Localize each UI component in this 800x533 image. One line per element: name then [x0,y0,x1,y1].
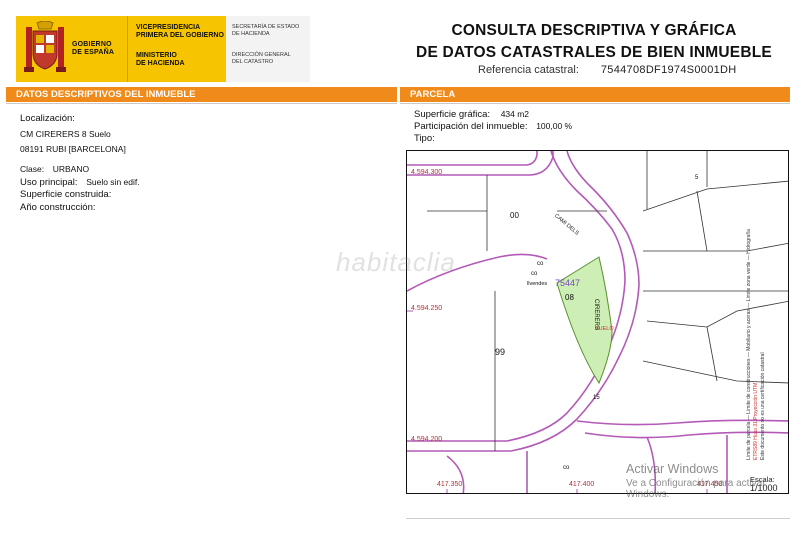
section-bar-parcela: PARCELA [400,87,790,102]
gov-name-line1: GOBIERNO [72,41,112,48]
coord-label: 4.594.300 [411,169,443,176]
gov-ministries: VICEPRESIDENCIA PRIMERA DEL GOBIERNO MIN… [128,16,226,82]
map-label: 15 [593,395,600,401]
anio-row: Año construcción: [20,202,96,214]
clase-value: URBANO [52,164,90,174]
legend-red-note: ETRS89 Huso 31 Proyección UTM [753,382,759,460]
habitaclia-watermark: habitaclia [336,247,456,277]
direccion-line1: DIRECCIÓN GENERAL [232,52,291,58]
parcel-reference-label: 75447 [555,278,581,288]
ministry-line1: MINISTERIO [136,52,177,59]
cadastral-map[interactable]: 4.594.300 4.594.250 4.594.200 417.350 41… [406,150,789,494]
grid-ticks [407,174,708,493]
uso-label: Uso principal: [20,177,78,188]
legend-note: Este documento no es una certificación c… [760,352,766,460]
legend-line: Hidrografía [746,229,752,254]
divider [400,103,790,104]
participacion-label: Participación del inmueble: [414,121,528,132]
coord-label: 4.594.250 [411,305,443,312]
ministry-line2: DE HACIENDA [136,60,185,67]
coord-label: 417.350 [437,481,463,488]
title-line2: DE DATOS CATASTRALES DE BIEN INMUEBLE [416,44,772,61]
footer-divider [406,518,790,519]
map-label: co [537,261,544,267]
clase-label: Clase: [20,164,45,174]
legend-text: Límite de parcela — Límite de construcci… [746,160,767,460]
activate-line1: Activar Windows [626,462,719,476]
map-label: 99 [495,347,506,357]
gov-name-line2: DE ESPAÑA [72,49,115,56]
section-bar-datos: DATOS DESCRIPTIVOS DEL INMUEBLE [6,87,397,102]
legend-line: Límite de construcciones [746,358,752,414]
gov-secretaria: SECRETARÍA DE ESTADO DE HACIENDA DIRECCI… [226,16,310,82]
tipo-label: Tipo: [414,133,435,144]
gov-logo: GOBIERNO DE ESPAÑA [16,16,128,82]
government-header: GOBIERNO DE ESPAÑA VICEPRESIDENCIA PRIME… [16,16,310,82]
parcel-number-label: 08 [565,293,574,302]
localizacion-line2: 08191 RUBI [BARCELONA] [20,144,126,154]
vice-line2: PRIMERA DEL GOBIERNO [136,32,224,39]
map-label: co [531,271,538,277]
secretaria-line1: SECRETARÍA DE ESTADO [232,24,300,30]
coord-label: 417.400 [569,481,595,488]
ref-value: 7544708DF1974S0001DH [600,64,737,76]
legend-line: Mobiliario y aceras [746,309,752,351]
gov-yellow-block: GOBIERNO DE ESPAÑA VICEPRESIDENCIA PRIME… [16,16,226,82]
map-label: 5 [695,175,699,181]
title-line1: CONSULTA DESCRIPTIVA Y GRÁFICA [451,22,737,39]
superficie-construida-row: Superficie construida: [20,189,111,201]
map-label: co [563,465,570,471]
localizacion-line1: CM CIRERERS 8 Suelo [20,129,111,139]
direccion-line2: DEL CATASTRO [232,59,274,65]
uso-row: Uso principal: Suelo sin edif. [20,176,140,189]
activate-windows-watermark: Activar Windows Ve a Configuración para … [626,462,800,500]
map-label: 00 [510,211,519,220]
activate-line2: Ve a Configuración para activar Windows. [626,478,766,500]
localizacion-block: Localización: CM CIRERERS 8 Suelo 08191 … [20,113,126,155]
document-title: CONSULTA DESCRIPTIVA Y GRÁFICA DE DATOS … [408,20,780,64]
ref-label: Referencia catastral: [478,64,579,76]
coord-label: 4.594.200 [411,436,443,443]
divider [6,103,397,104]
anio-label: Año construcción: [20,202,96,213]
participacion-value: 100,00 % [536,121,573,131]
legend-line: Límite de parcela [746,421,752,460]
map-label: llvendes [527,281,548,287]
uso-value: Suelo sin edif. [86,177,140,187]
gov-name: GOBIERNO DE ESPAÑA [72,41,114,57]
vice-line1: VICEPRESIDENCIA [136,24,201,31]
superficie-construida-label: Superficie construida: [20,189,112,200]
tipo-row: Tipo: [414,133,435,145]
parcel-polygon[interactable] [556,256,613,385]
localizacion-label: Localización: [20,113,75,124]
secretaria-line2: DE HACIENDA [232,31,270,37]
map-legend: Límite de parcela — Límite de construcci… [744,160,784,480]
participacion-row: Participación del inmueble: 100,00 % [414,120,572,133]
referencia-catastral: Referencia catastral: 7544708DF1974S0001D… [478,64,737,76]
legend-line: Límite zona verde [746,261,752,302]
coat-of-arms-icon [24,21,66,72]
street-label: CIRERERS [593,299,599,331]
superficie-grafica-value: 434 m2 [500,109,530,119]
clase-row: Clase: URBANO [20,163,89,176]
superficie-grafica-label: Superficie gráfica: [414,109,491,120]
